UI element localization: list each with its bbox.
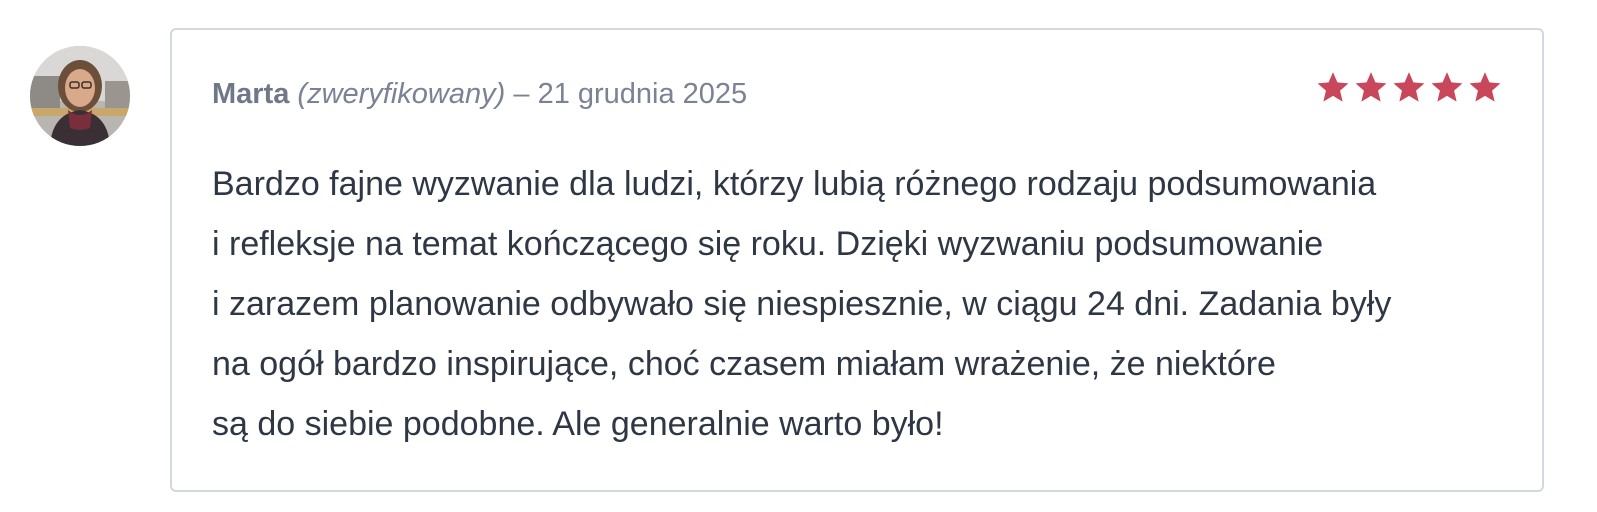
review-text-line: Bardzo fajne wyzwanie dla ludzi, którzy … <box>212 165 1377 203</box>
reviewer-avatar <box>30 46 130 146</box>
review-card: Marta (zweryfikowany) – 21 grudnia 2025 … <box>170 28 1544 492</box>
review-text-line: i refleksje na temat kończącego się roku… <box>212 225 1324 263</box>
star-icon <box>1431 72 1463 102</box>
review-text: Bardzo fajne wyzwanie dla ludzi, którzy … <box>212 154 1512 454</box>
review-author: Marta <box>212 78 290 110</box>
date-separator: – <box>513 78 530 110</box>
star-icon <box>1317 72 1349 102</box>
review-text-line: i zarazem planowanie odbywało się niespi… <box>212 285 1392 323</box>
star-icon <box>1469 72 1501 102</box>
star-rating <box>1316 70 1502 104</box>
verified-label: (zweryfikowany) <box>297 78 506 110</box>
star-icon <box>1355 72 1387 102</box>
review-date: 21 grudnia 2025 <box>537 78 748 110</box>
review-meta: Marta (zweryfikowany) – 21 grudnia 2025 <box>212 76 747 112</box>
review-text-line: są do siebie podobne. Ale generalnie war… <box>212 405 944 443</box>
review-text-line: na ogół bardzo inspirujące, choć czasem … <box>212 345 1276 383</box>
avatar-photo <box>30 46 130 146</box>
star-icon <box>1393 72 1425 102</box>
